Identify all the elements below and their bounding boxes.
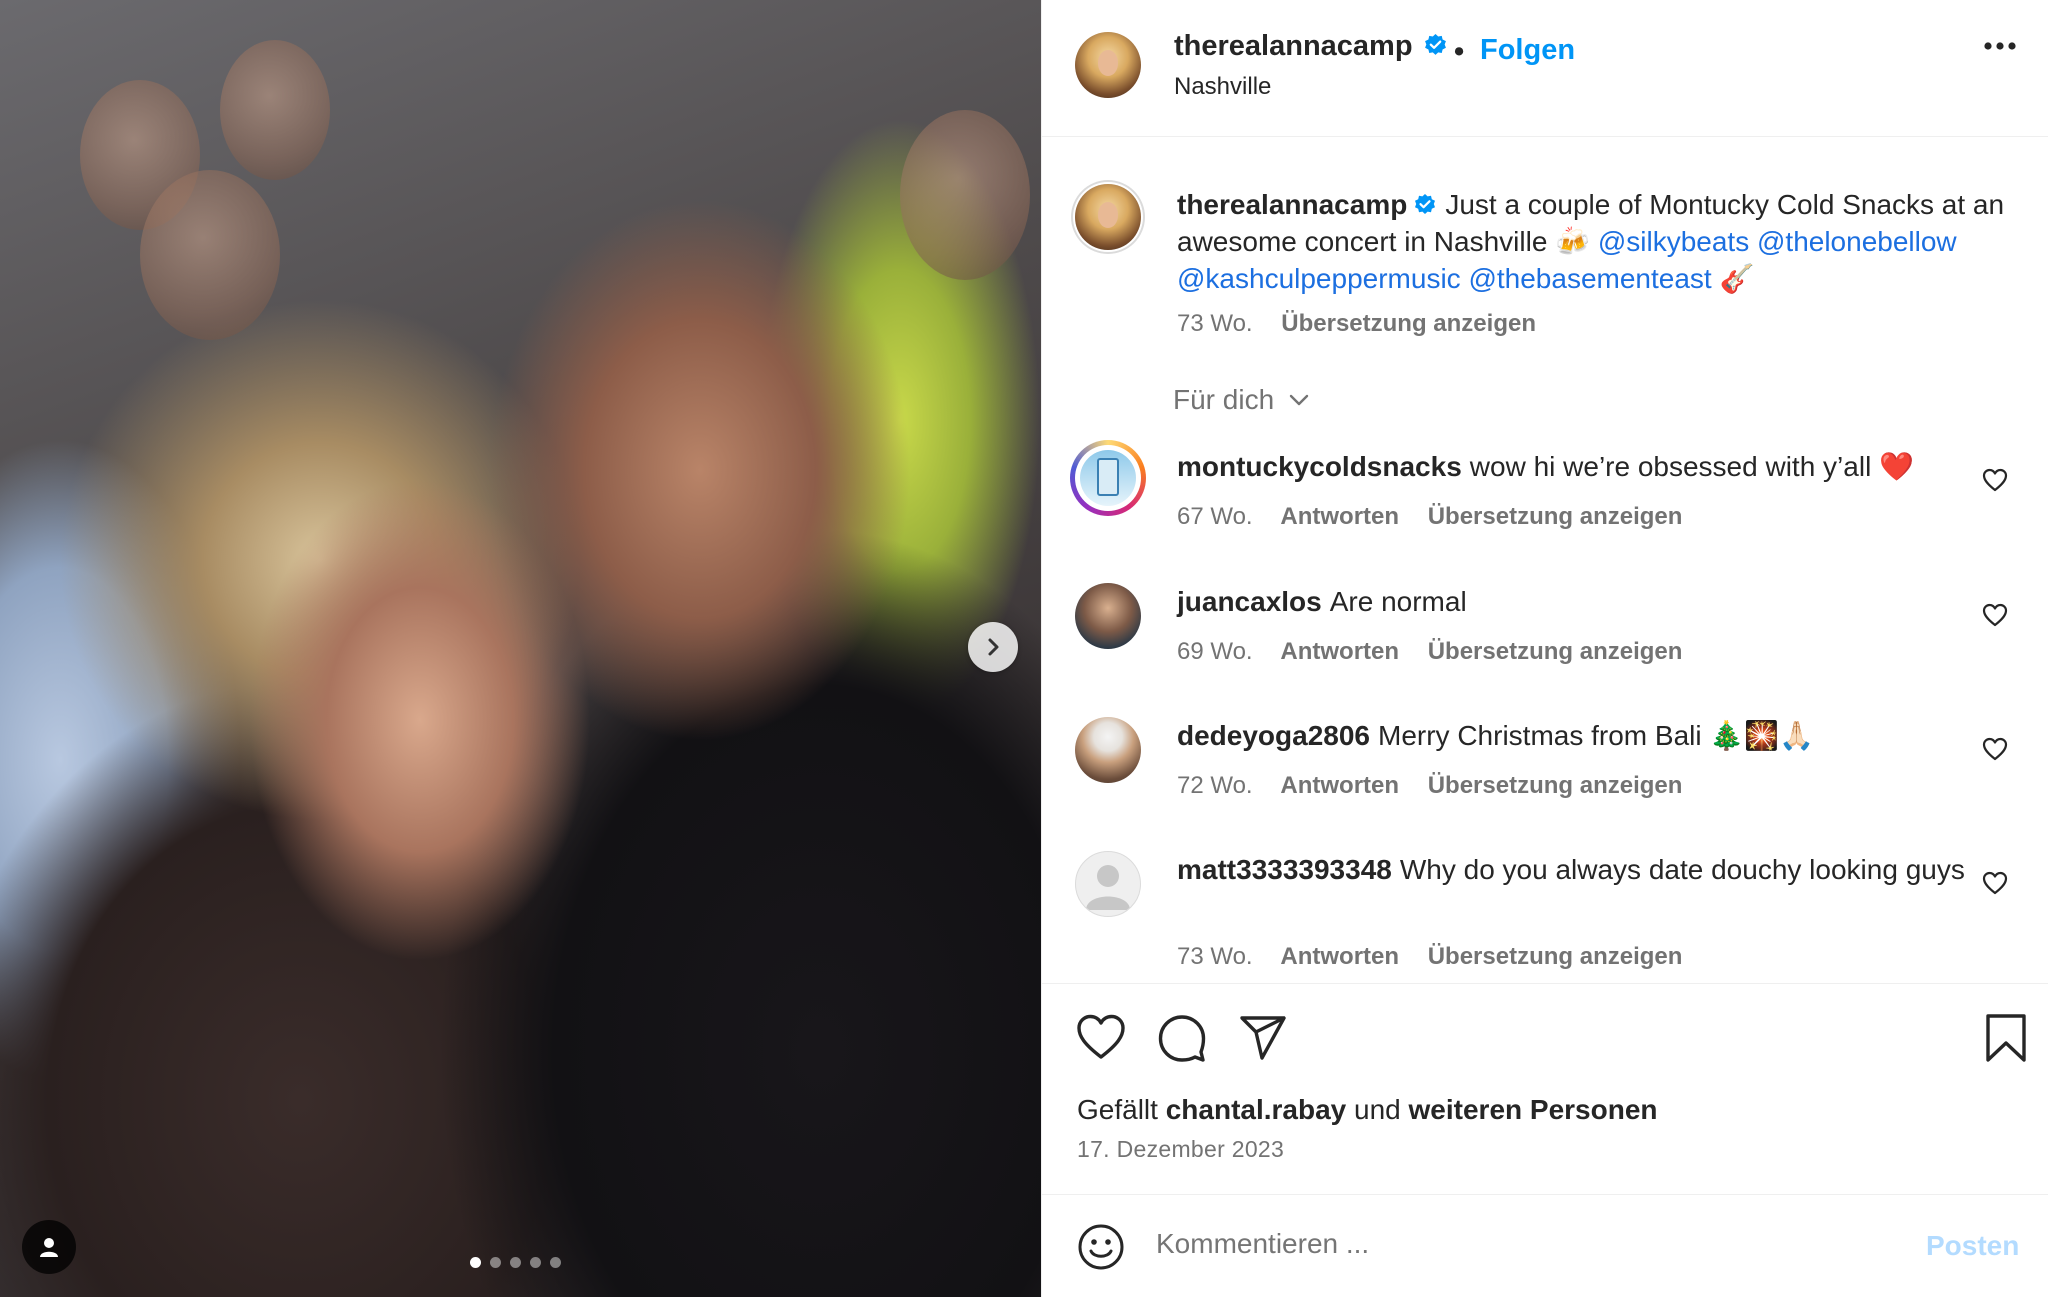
post-location[interactable]: Nashville — [1174, 73, 1271, 101]
reply-button[interactable]: Antworten — [1280, 638, 1399, 665]
translate-link[interactable]: Übersetzung anzeigen — [1428, 772, 1683, 799]
verified-icon — [1415, 194, 1436, 214]
bookmark-icon[interactable] — [1980, 1012, 2032, 1064]
carousel-dot — [530, 1257, 541, 1268]
verified-icon — [1425, 34, 1446, 55]
likes-summary: Gefällt chantal.rabay und weiteren Perso… — [1077, 1094, 1658, 1125]
user-tag-icon — [40, 1238, 58, 1257]
carousel-dot — [470, 1257, 481, 1268]
reply-button[interactable]: Antworten — [1280, 943, 1399, 970]
comment-username[interactable]: matt3333393348 — [1177, 854, 1392, 885]
background-person — [900, 110, 1030, 280]
post-comment-button[interactable]: Posten — [1926, 1230, 2019, 1262]
carousel-next-button[interactable] — [968, 622, 1018, 672]
separator-dot: • — [1454, 36, 1465, 68]
mention-link[interactable]: @thelonebellow — [1757, 226, 1957, 257]
comment-composer: Posten — [1042, 1196, 2048, 1297]
mention-link[interactable]: @kashculpeppermusic — [1177, 263, 1461, 294]
caption-avatar[interactable] — [1075, 184, 1141, 250]
caption-emoji: 🎸 — [1719, 263, 1755, 294]
comment-meta: 67 Wo. Antworten Übersetzung anzeigen — [1177, 503, 1704, 531]
comment-text: Why do you always date douchy looking gu… — [1399, 854, 1965, 885]
carousel-dot — [490, 1257, 501, 1268]
emoji-icon[interactable] — [1077, 1223, 1125, 1271]
commenter-avatar[interactable] — [1075, 717, 1141, 783]
comment-username[interactable]: dedeyoga2806 — [1177, 720, 1370, 751]
post-caption: therealannacamp Just a couple of Montuck… — [1177, 186, 2037, 297]
carousel-indicator — [470, 1257, 561, 1268]
comment-meta: 73 Wo. Antworten Übersetzung anzeigen — [1177, 943, 1704, 971]
comment-icon[interactable] — [1156, 1012, 1208, 1064]
comment-age[interactable]: 73 Wo. — [1177, 943, 1253, 970]
commenter-avatar[interactable] — [1075, 583, 1141, 649]
share-icon[interactable] — [1237, 1012, 1289, 1064]
translate-link[interactable]: Übersetzung anzeigen — [1281, 310, 1536, 337]
reply-button[interactable]: Antworten — [1280, 503, 1399, 530]
caption-username[interactable]: therealannacamp — [1177, 189, 1407, 220]
post-date[interactable]: 17. Dezember 2023 — [1077, 1136, 1284, 1163]
comment-meta: 69 Wo. Antworten Übersetzung anzeigen — [1177, 638, 1704, 666]
heart-icon[interactable] — [1982, 468, 2008, 492]
chevron-down-icon — [1289, 394, 1309, 406]
post-image[interactable] — [0, 0, 1041, 1297]
caption-emoji: 🍻 — [1555, 226, 1591, 257]
post-panel: therealannacamp • Folgen Nashville there… — [1041, 0, 2048, 1297]
heart-icon[interactable] — [1982, 871, 2008, 895]
comment-text: Are normal — [1329, 586, 1467, 617]
caption-meta: 73 Wo. Übersetzung anzeigen — [1177, 310, 1536, 338]
more-icon[interactable] — [1982, 40, 2018, 52]
comment-username[interactable]: juancaxlos — [1177, 586, 1322, 617]
default-avatar-icon — [1086, 865, 1130, 910]
comment-text: wow hi we’re obsessed with y’all ❤️ — [1469, 451, 1914, 482]
author-avatar[interactable] — [1075, 32, 1141, 98]
comment-age[interactable]: 69 Wo. — [1177, 638, 1253, 665]
carousel-dot — [510, 1257, 521, 1268]
heart-icon[interactable] — [1982, 603, 2008, 627]
heart-icon[interactable] — [1075, 1012, 1127, 1064]
author-username[interactable]: therealannacamp — [1174, 30, 1413, 62]
mention-link[interactable]: @silkybeats — [1598, 226, 1749, 257]
chevron-right-icon — [988, 638, 999, 656]
translate-link[interactable]: Übersetzung anzeigen — [1428, 943, 1683, 970]
commenter-avatar[interactable] — [1070, 440, 1146, 516]
sort-label: Für dich — [1173, 384, 1275, 415]
translate-link[interactable]: Übersetzung anzeigen — [1428, 638, 1683, 665]
tagged-users-button[interactable] — [22, 1220, 76, 1274]
comment-input[interactable] — [1156, 1228, 1856, 1260]
background-person — [220, 40, 330, 180]
commenter-avatar[interactable] — [1075, 851, 1141, 917]
comment-age[interactable]: 72 Wo. — [1177, 772, 1253, 799]
translate-link[interactable]: Übersetzung anzeigen — [1428, 503, 1683, 530]
liked-by-user[interactable]: chantal.rabay — [1166, 1094, 1347, 1125]
post-header: therealannacamp • Folgen Nashville — [1042, 0, 2048, 137]
heart-icon[interactable] — [1982, 737, 2008, 761]
post-actions: Gefällt chantal.rabay und weiteren Perso… — [1042, 983, 2048, 1195]
background-person — [140, 170, 280, 340]
caption-age[interactable]: 73 Wo. — [1177, 310, 1253, 337]
comment-sort-dropdown[interactable]: Für dich — [1173, 384, 1310, 416]
liked-by-others[interactable]: weiteren Personen — [1409, 1094, 1658, 1125]
carousel-dot — [550, 1257, 561, 1268]
comment-age[interactable]: 67 Wo. — [1177, 503, 1253, 530]
comment-meta: 72 Wo. Antworten Übersetzung anzeigen — [1177, 772, 1704, 800]
reply-button[interactable]: Antworten — [1280, 772, 1399, 799]
follow-button[interactable]: Folgen — [1480, 34, 1575, 67]
comment-text: Merry Christmas from Bali 🎄🎇🙏🏻 — [1378, 720, 1814, 751]
mention-link[interactable]: @thebasementeast — [1468, 263, 1711, 294]
comment-username[interactable]: montuckycoldsnacks — [1177, 451, 1462, 482]
